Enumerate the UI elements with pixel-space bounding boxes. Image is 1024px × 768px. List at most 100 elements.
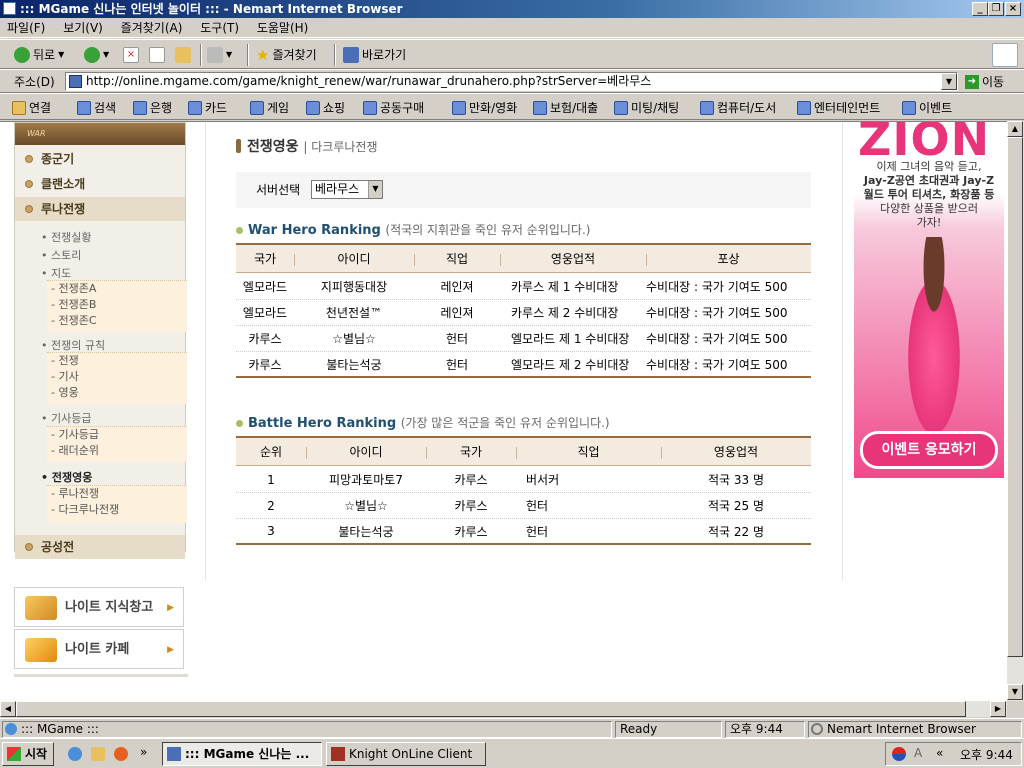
knight-knowledge-link[interactable]: 나이트 지식창고 ▶ bbox=[14, 587, 184, 627]
event-apply-button[interactable]: 이벤트 응모하기 bbox=[860, 431, 998, 469]
quicklaunch-more-icon[interactable]: » bbox=[140, 745, 147, 759]
nav-siege[interactable]: 공성전 bbox=[15, 535, 185, 559]
nav-zone-a[interactable]: - 전쟁존A bbox=[47, 281, 187, 297]
nav-war-hero[interactable]: • 전쟁영웅 bbox=[41, 469, 92, 485]
nav-rule-knight[interactable]: - 기사 bbox=[47, 369, 187, 385]
status-zone: Nemart Internet Browser bbox=[808, 721, 1022, 738]
link-icon bbox=[452, 100, 466, 115]
address-bar: 주소(D) http://online.mgame.com/game/knigh… bbox=[0, 69, 1024, 93]
nav-zone-b[interactable]: - 전쟁존B bbox=[47, 297, 187, 313]
print-button[interactable]: ▼ bbox=[207, 44, 232, 66]
home-button[interactable] bbox=[175, 44, 191, 66]
server-select[interactable]: 베라무스 ▼ bbox=[311, 180, 383, 199]
menu-file[interactable]: 파일(F) bbox=[0, 18, 52, 38]
nav-war-status[interactable]: • 전쟁실황 bbox=[41, 229, 91, 245]
vertical-scrollbar[interactable]: ▲ ▼ bbox=[1007, 121, 1024, 701]
go-button[interactable]: ➜ 이동 bbox=[965, 73, 1004, 90]
go-arrow-icon: ➜ bbox=[965, 74, 979, 89]
home-icon bbox=[175, 47, 191, 63]
menu-view[interactable]: 보기(V) bbox=[56, 18, 110, 38]
links-folder[interactable]: 연결 bbox=[12, 99, 51, 116]
left-nav: WAR 종군기 클랜소개 루나전쟁 • 전쟁실황 • 스토리 • 지도 - 전쟁… bbox=[14, 122, 187, 559]
tray-expand-icon[interactable]: « bbox=[936, 746, 943, 760]
scroll-right-icon[interactable]: ▶ bbox=[990, 701, 1006, 717]
quicklaunch-media-icon[interactable] bbox=[114, 747, 128, 761]
link-insurance-loan[interactable]: 보험/대출 bbox=[533, 99, 598, 116]
back-button[interactable]: 뒤로 ▼ bbox=[14, 44, 64, 66]
knowledge-books-icon bbox=[25, 596, 57, 620]
scroll-left-icon[interactable]: ◀ bbox=[0, 701, 16, 717]
nav-dark-luna-war-hero[interactable]: - 다크루나전쟁 bbox=[47, 502, 187, 518]
nav-zone-c[interactable]: - 전쟁존C bbox=[47, 313, 187, 329]
knight-cafe-link[interactable]: 나이트 카페 ▶ bbox=[14, 629, 184, 669]
menu-favorites[interactable]: 즐겨찾기(A) bbox=[114, 18, 190, 38]
magnifier-icon bbox=[811, 723, 823, 735]
nav-rule-hero[interactable]: - 영웅 bbox=[47, 385, 187, 401]
shortcut-icon bbox=[343, 47, 359, 63]
close-button[interactable]: × bbox=[1005, 2, 1021, 16]
nav-rules[interactable]: • 전쟁의 규칙 bbox=[41, 337, 105, 353]
minimize-button[interactable]: _ bbox=[972, 2, 988, 16]
stop-icon: × bbox=[123, 47, 139, 63]
cafe-icon bbox=[25, 638, 57, 662]
nav-rule-war[interactable]: - 전쟁 bbox=[47, 353, 187, 369]
menu-help[interactable]: 도움말(H) bbox=[250, 18, 316, 38]
refresh-button[interactable] bbox=[149, 44, 165, 66]
nav-luna-war[interactable]: 루나전쟁 bbox=[15, 197, 185, 221]
link-event[interactable]: 이벤트 bbox=[902, 99, 952, 116]
ad-banner[interactable]: ZION 이제 그녀의 음악 듣고, Jay-Z공연 초대권과 Jay-Z 월드… bbox=[854, 122, 1004, 478]
nav-luna-war-hero[interactable]: - 루나전쟁 bbox=[47, 486, 187, 502]
nav-knight-rank[interactable]: • 기사등급 bbox=[41, 410, 91, 426]
server-select-label: 서버선택 bbox=[256, 183, 301, 197]
menu-tools[interactable]: 도구(T) bbox=[193, 18, 246, 38]
link-game[interactable]: 게임 bbox=[250, 99, 289, 116]
table-row: 3 불타는석궁 카루스 헌터 적국 22 명 bbox=[236, 519, 811, 545]
quicklaunch-desktop-icon[interactable] bbox=[91, 747, 105, 761]
link-meeting-chat[interactable]: 미팅/채팅 bbox=[614, 99, 679, 116]
korean-ime-icon[interactable] bbox=[892, 747, 906, 761]
scroll-thumb[interactable] bbox=[1007, 137, 1023, 657]
forward-button[interactable]: ▼ bbox=[84, 44, 109, 66]
link-icon bbox=[250, 100, 264, 115]
nav-map[interactable]: • 지도 bbox=[41, 265, 71, 281]
window-title-bar[interactable]: ::: MGame 신나는 인터넷 놀이터 ::: - Nemart Inter… bbox=[0, 0, 1024, 18]
start-button[interactable]: 시작 bbox=[2, 742, 54, 766]
section-bullet-icon bbox=[236, 420, 243, 427]
scroll-down-icon[interactable]: ▼ bbox=[1007, 684, 1023, 700]
link-search[interactable]: 검색 bbox=[77, 99, 116, 116]
nav-chronicle[interactable]: 종군기 bbox=[15, 147, 185, 171]
link-icon bbox=[700, 100, 714, 115]
scroll-up-icon[interactable]: ▲ bbox=[1007, 121, 1023, 137]
favorites-button[interactable]: ★ 즐겨찾기 bbox=[256, 44, 317, 66]
stop-button[interactable]: × bbox=[123, 44, 139, 66]
maximize-button[interactable]: ❐ bbox=[988, 2, 1004, 16]
task-mgame-browser[interactable]: ::: MGame 신나는 ... bbox=[162, 742, 322, 766]
link-group-buy[interactable]: 공동구매 bbox=[363, 99, 424, 116]
link-entertainment[interactable]: 엔터테인먼트 bbox=[797, 99, 880, 116]
arrow-right-icon: ▶ bbox=[167, 603, 174, 613]
link-shopping[interactable]: 쇼핑 bbox=[306, 99, 345, 116]
link-bank[interactable]: 은행 bbox=[133, 99, 172, 116]
horizontal-scrollbar[interactable]: ◀ ▶ bbox=[0, 701, 1007, 717]
url-input[interactable]: http://online.mgame.com/game/knight_rene… bbox=[65, 72, 958, 91]
link-icon bbox=[797, 100, 811, 115]
nav-story[interactable]: • 스토리 bbox=[41, 247, 81, 263]
page-icon bbox=[69, 75, 82, 88]
hscroll-thumb[interactable] bbox=[16, 701, 966, 717]
link-icon bbox=[306, 100, 320, 115]
rules-submenu: - 전쟁 - 기사 - 영웅 bbox=[47, 352, 187, 404]
link-card[interactable]: 카드 bbox=[188, 99, 227, 116]
link-computer-books[interactable]: 컴퓨터/도서 bbox=[700, 99, 776, 116]
url-dropdown-button[interactable]: ▼ bbox=[941, 73, 957, 90]
task-knight-online[interactable]: Knight OnLine Client bbox=[326, 742, 486, 766]
nav-clan-intro[interactable]: 클랜소개 bbox=[15, 172, 185, 196]
quicklaunch-ie-icon[interactable] bbox=[68, 747, 82, 761]
browser-app-icon bbox=[3, 2, 16, 15]
link-icon bbox=[902, 100, 916, 115]
ime-a-icon[interactable]: A bbox=[914, 746, 922, 760]
nav-knight-grade[interactable]: - 기사등급 bbox=[47, 427, 187, 443]
link-comics-movies[interactable]: 만화/영화 bbox=[452, 99, 517, 116]
nav-ladder-rank[interactable]: - 래더순위 bbox=[47, 443, 187, 459]
shortcut-button[interactable]: 바로가기 bbox=[343, 44, 406, 66]
status-time: 오후 9:44 bbox=[725, 721, 805, 738]
